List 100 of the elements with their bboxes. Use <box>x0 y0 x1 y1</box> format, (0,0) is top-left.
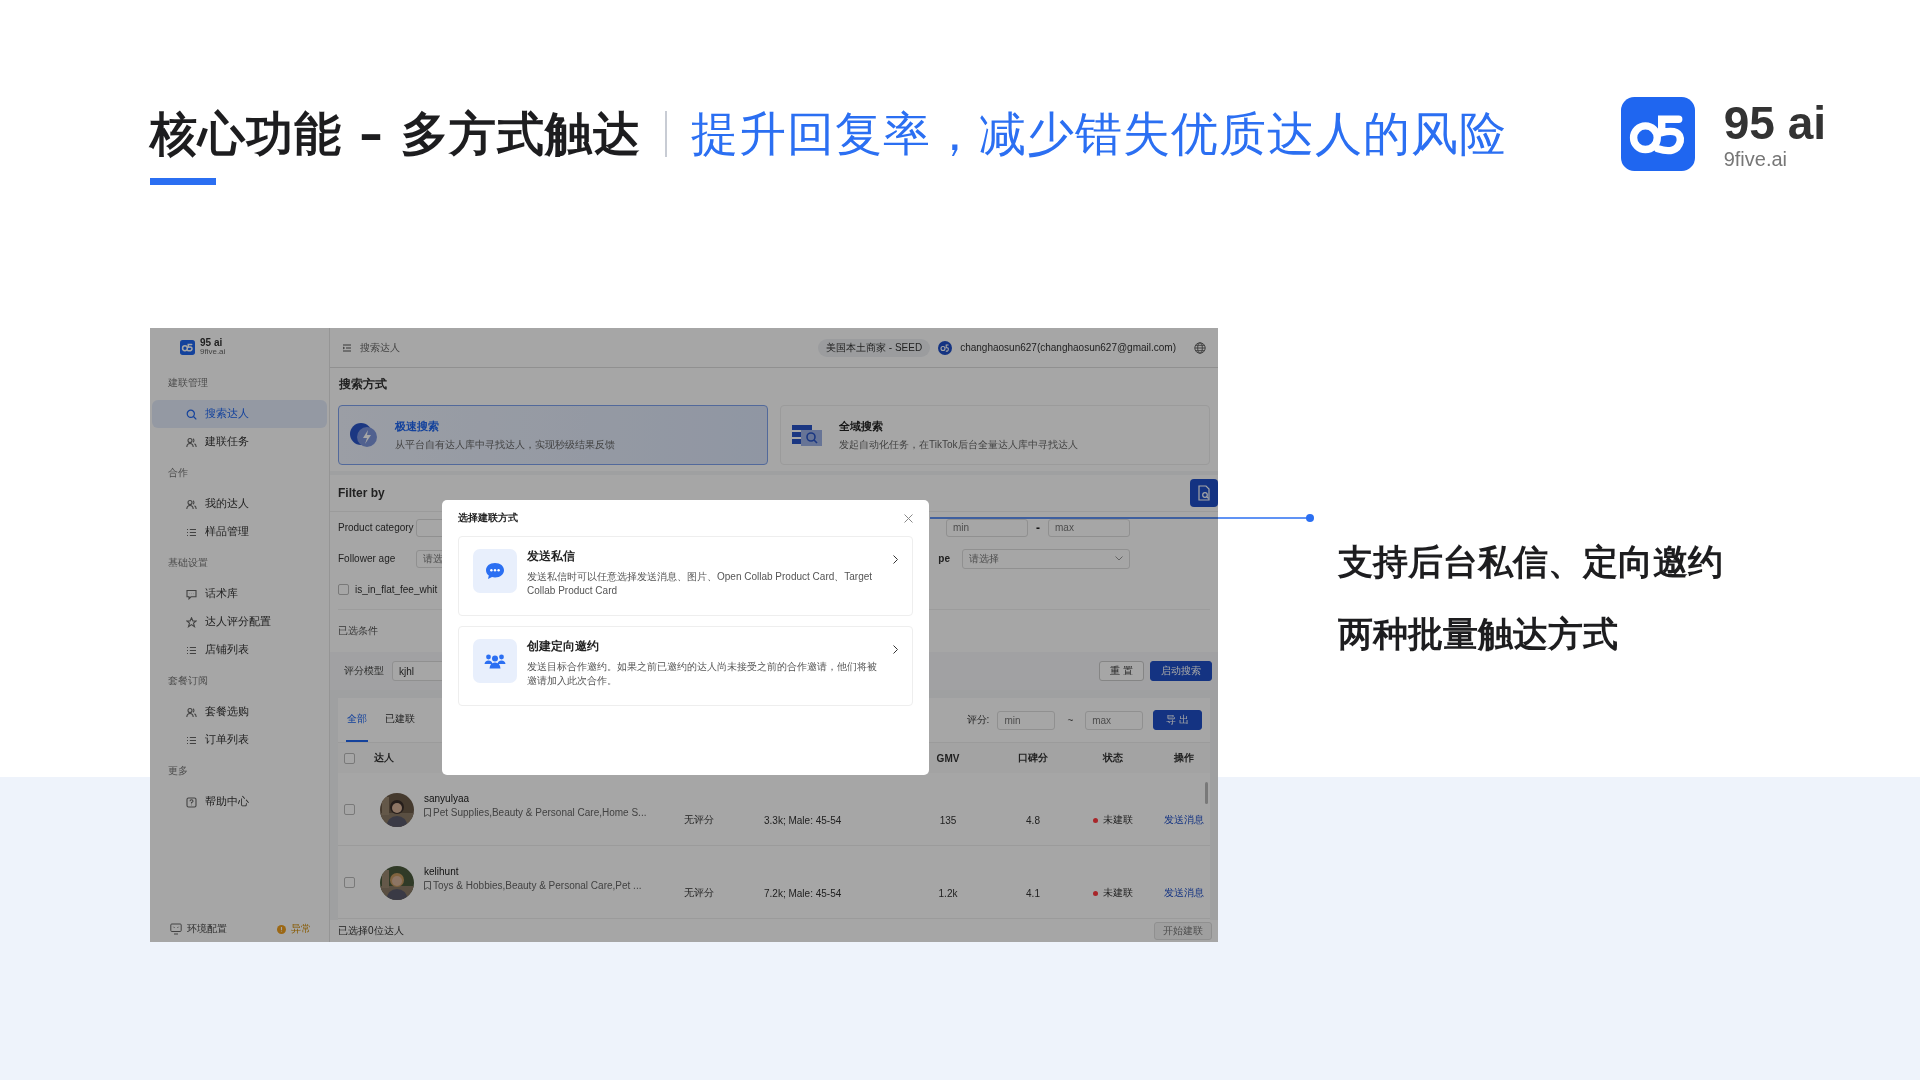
nav-group-label: 更多 <box>167 764 189 778</box>
creator-name[interactable]: kelihunt <box>424 866 642 877</box>
range-separator: ~ <box>1067 714 1074 726</box>
nav-group-label: 套餐订阅 <box>167 674 209 688</box>
chat-icon <box>186 588 197 600</box>
table-cell-text: 3.3k; Male: 45-54 <box>764 813 843 826</box>
field-label: 评分: <box>966 713 990 727</box>
chevron-right-icon <box>893 645 898 654</box>
brand-name: 95 ai <box>1723 97 1826 148</box>
field-label: pe <box>938 553 950 564</box>
close-icon <box>904 513 913 523</box>
field-label: Follower age <box>338 553 397 564</box>
slide-subtitle: 提升回复率，减少错失优质达人的风险 <box>691 104 1508 163</box>
nav-item[interactable]: 店铺列表 <box>152 636 327 664</box>
people-icon <box>186 706 197 718</box>
status-text: 未建联 <box>1103 886 1133 900</box>
people-icon <box>186 498 197 510</box>
table-cell-text: 1.2k <box>937 886 959 899</box>
nav-item[interactable]: 套餐选购 <box>152 698 327 726</box>
breadcrumb: 搜索达人 <box>360 340 400 355</box>
bookmark-icon <box>424 881 431 890</box>
list-icon <box>186 644 197 656</box>
lightning-icon <box>349 421 379 449</box>
table-cell-text: 7.2k; Male: 45-54 <box>764 886 843 899</box>
scrollbar[interactable] <box>1205 782 1208 804</box>
brand-domain: 9five.ai <box>1723 147 1789 171</box>
logo-icon <box>180 339 195 355</box>
brand-domain: 9five.ai <box>200 348 226 356</box>
checkbox[interactable] <box>344 803 355 815</box>
table-cell-text: 无评分 <box>684 813 715 827</box>
accent-bar <box>150 178 216 185</box>
search-method-card[interactable]: 极速搜索 从平台自有达人库中寻找达人，实现秒级结果反馈 <box>338 405 768 465</box>
help-icon <box>186 796 197 808</box>
category-text: Pet Supplies,Beauty & Personal Care,Home S... <box>433 807 647 818</box>
globe-icon <box>1194 341 1206 354</box>
send-message-link[interactable]: 发送消息 <box>1158 864 1210 900</box>
nav-item[interactable]: 话术库 <box>152 580 327 608</box>
status-text: 未建联 <box>1103 813 1133 827</box>
column-header: GMV <box>935 752 961 764</box>
select-field[interactable]: 请选择 <box>962 548 1130 569</box>
avatar-icon <box>938 340 953 355</box>
creator-name[interactable]: sanyulyaa <box>424 793 647 804</box>
account-tag: 美国本土商家 - SEED <box>818 338 931 357</box>
category-text: Toys & Hobbies,Beauty & Personal Care,Pet ... <box>433 880 642 891</box>
people-icon <box>186 436 197 448</box>
table-cell-text: 4.1 <box>1025 886 1041 899</box>
checkbox[interactable] <box>344 752 355 764</box>
option-card[interactable]: 创建定向邀约 发送目标合作邀约。如果之前已邀约的达人尚未接受之前的合作邀请，他们将被邀请加入此次合作。 <box>458 626 913 706</box>
search-icon <box>186 408 197 420</box>
checkbox[interactable] <box>338 584 349 595</box>
reset-button[interactable]: 重 置 <box>1099 661 1144 681</box>
callout-text: 支持后台私信、定向邀约 <box>1338 541 1723 583</box>
settings-link[interactable]: 环境配置 <box>187 922 227 936</box>
nav-item[interactable]: 达人评分配置 <box>152 608 327 636</box>
chevron-down-icon <box>1115 556 1123 561</box>
nav-item[interactable]: 样品管理 <box>152 518 327 546</box>
export-button[interactable]: 导 出 <box>1153 710 1202 730</box>
chat-bubble-icon <box>473 549 517 593</box>
nav-group-label: 基础设置 <box>167 556 209 570</box>
nav-group-label: 建联管理 <box>167 376 209 390</box>
column-header: 状态 <box>1101 751 1124 765</box>
chevron-right-icon <box>893 555 898 564</box>
database-search-icon <box>791 422 823 448</box>
brand-name: 95 ai <box>200 338 224 348</box>
search-button[interactable]: 启动搜索 <box>1150 661 1212 681</box>
dialog-title: 选择建联方式 <box>458 511 518 525</box>
min-field[interactable]: min <box>997 710 1056 730</box>
column-header: 达人 <box>374 751 395 765</box>
option-card[interactable]: 发送私信 发送私信时可以任意选择发送消息、图片、Open Collab Product Card、Target Collab Product Card <box>458 536 913 616</box>
logo-icon <box>1620 97 1695 171</box>
tab[interactable]: 已建联 <box>384 698 416 742</box>
nav-group-label: 合作 <box>167 466 189 480</box>
max-field[interactable]: max <box>1085 710 1144 730</box>
warning-icon <box>277 924 286 934</box>
nav-item[interactable]: 订单列表 <box>152 726 327 754</box>
column-header: 操作 <box>1173 751 1195 765</box>
user-name: changhaosun627(changhaosun627@gmail.com) <box>960 342 1176 353</box>
group-icon <box>473 639 517 683</box>
search-method-card[interactable]: 全域搜索 发起自动化任务，在TikTok后台全量达人库中寻找达人 <box>780 405 1210 465</box>
table-cell-text: 无评分 <box>684 886 715 900</box>
menu-icon <box>342 342 352 353</box>
send-message-link[interactable]: 发送消息 <box>1158 791 1210 827</box>
monitor-icon <box>170 923 182 935</box>
field-label: 评分模型 <box>344 664 384 678</box>
nav-item[interactable]: 我的达人 <box>152 490 327 518</box>
section-title: 搜索方式 <box>338 376 388 393</box>
table-cell-text: 4.8 <box>1025 813 1041 826</box>
nav-item[interactable]: 帮助中心 <box>152 788 327 816</box>
column-header: 口碑分 <box>1017 751 1049 765</box>
list-icon <box>186 734 197 746</box>
range-separator: - <box>1036 520 1040 535</box>
nav-item[interactable]: 建联任务 <box>152 428 327 456</box>
checkbox-label: is_in_flat_fee_whit <box>355 584 438 595</box>
list-icon <box>186 526 197 538</box>
status-text: 异常 <box>291 922 311 936</box>
callout-text: 两种批量触达方式 <box>1338 613 1619 655</box>
star-icon <box>186 616 197 628</box>
checkbox[interactable] <box>344 876 355 888</box>
bookmark-icon <box>424 808 431 817</box>
slide-title: 核心功能 – 多方式触达 <box>150 104 642 163</box>
